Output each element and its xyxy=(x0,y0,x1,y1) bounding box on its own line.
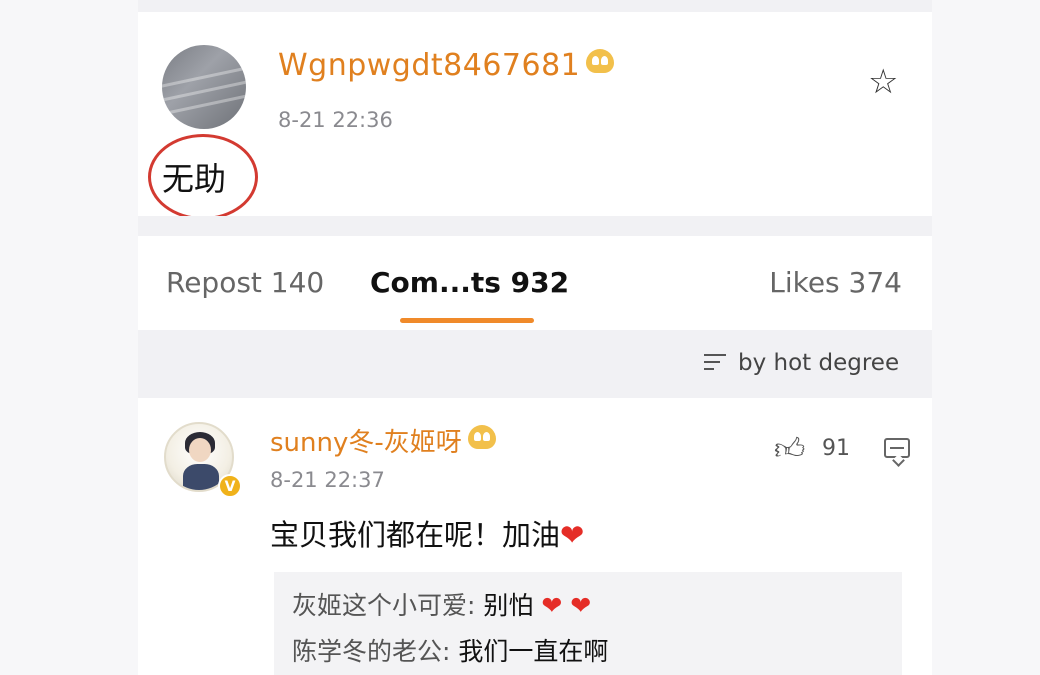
tab-likes[interactable]: Likes 374 xyxy=(769,266,902,299)
reply-author[interactable]: 灰姬这个小可爱: xyxy=(292,591,475,620)
vip-badge-icon xyxy=(586,49,615,73)
post-card: Wgnpwgdt8467681 8-21 22:36 ☆ 无助 xyxy=(138,0,932,220)
section-divider xyxy=(138,216,932,236)
comment-text: 宝贝我们都在呢！加油❤ xyxy=(270,518,585,552)
sort-button[interactable]: by hot degree xyxy=(738,350,899,376)
reply-author[interactable]: 陈学冬的老公: xyxy=(292,637,450,666)
post-author-name[interactable]: Wgnpwgdt8467681 xyxy=(278,48,615,83)
comment-item: V sunny冬-灰姬呀 8-21 22:37 👍︎ 91 宝贝我们都在呢！加油… xyxy=(138,398,932,675)
active-tab-indicator xyxy=(400,318,534,323)
engagement-tabs: Repost 140 Com...ts 932 Likes 374 xyxy=(138,236,932,330)
post-author-avatar[interactable] xyxy=(162,45,246,129)
heart-emoji: ❤ ❤ xyxy=(541,591,592,620)
post-timestamp: 8-21 22:36 xyxy=(278,108,393,132)
comment-like-count: 91 xyxy=(822,436,850,461)
sort-bar: by hot degree xyxy=(138,330,932,398)
post-text: 无助 xyxy=(162,160,227,198)
star-outline-icon[interactable]: ☆ xyxy=(868,62,898,102)
sort-lines-icon[interactable] xyxy=(704,352,726,372)
tab-comments[interactable]: Com...ts 932 xyxy=(370,266,569,299)
verified-v-icon: V xyxy=(218,474,242,498)
reply-preview[interactable]: 灰姬这个小可爱: 别怕 ❤ ❤ 陈学冬的老公: 我们一直在啊 xyxy=(274,572,902,675)
heart-emoji: ❤ xyxy=(560,518,585,552)
commenter-name[interactable]: sunny冬-灰姬呀 xyxy=(270,422,496,459)
comment-icon[interactable] xyxy=(884,438,910,458)
vip-badge-icon xyxy=(467,425,496,449)
reply-text: 我们一直在啊 xyxy=(458,637,609,666)
reply-item[interactable]: 陈学冬的老公: 我们一直在啊 xyxy=(292,632,884,668)
reply-item[interactable]: 灰姬这个小可爱: 别怕 ❤ ❤ xyxy=(292,586,884,622)
comment-timestamp: 8-21 22:37 xyxy=(270,468,385,492)
thumbs-up-icon[interactable]: 👍︎ xyxy=(774,432,805,468)
tab-repost[interactable]: Repost 140 xyxy=(166,266,324,299)
reply-text: 别怕 xyxy=(483,591,534,620)
